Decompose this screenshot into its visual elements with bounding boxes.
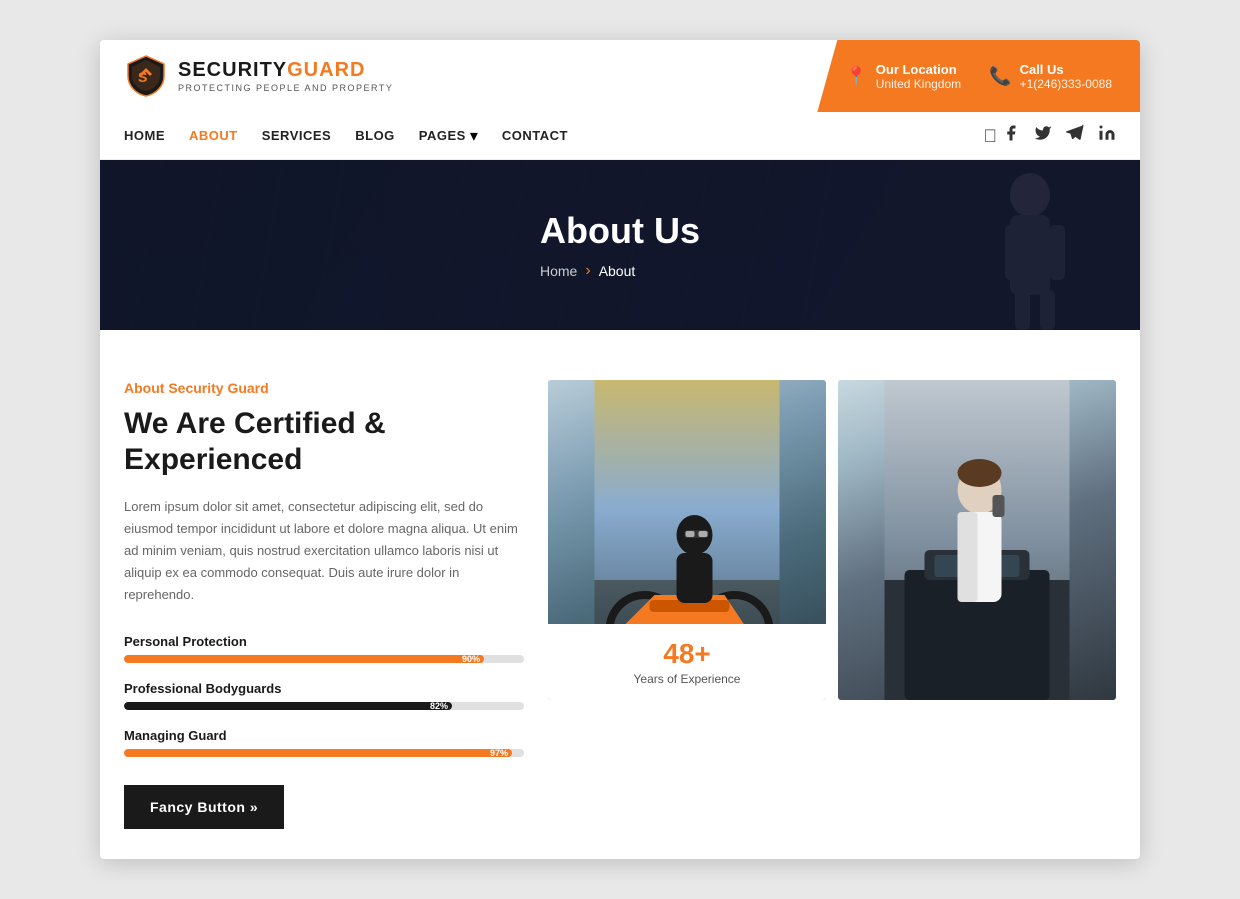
phone-label: Call Us <box>1020 62 1112 77</box>
progress-label-2: 82% <box>430 702 448 710</box>
nav-link-contact[interactable]: CONTACT <box>502 128 568 143</box>
stats-badge: 48+ Years of Experience <box>548 624 826 700</box>
skill-name-2: Professional Bodyguards <box>124 681 281 696</box>
location-value: United Kingdom <box>876 77 961 91</box>
breadcrumb-home[interactable]: Home <box>540 263 577 279</box>
progress-track-1: 90% <box>124 655 524 663</box>
progress-fill-2: 82% <box>124 702 452 710</box>
image-column-1: 48+ Years of Experience <box>548 380 826 829</box>
site-header: S SECURITYGUARD PROTECTING PEOPLE AND PR… <box>100 40 1140 112</box>
progress-track-2: 82% <box>124 702 524 710</box>
nav-item-pages[interactable]: PAGES ▾ <box>419 126 478 146</box>
phone-contact: 📞 Call Us +1(246)333-0088 <box>989 62 1112 91</box>
breadcrumb: Home › About <box>540 262 700 280</box>
hero-content: About Us Home › About <box>540 210 700 280</box>
nav-links: HOME ABOUT SERVICES BLOG PAGES ▾ CONTACT <box>124 126 568 146</box>
left-column: About Security Guard We Are Certified & … <box>124 380 524 829</box>
fancy-button[interactable]: Fancy Button » <box>124 785 284 829</box>
shield-logo-icon: S <box>124 54 168 98</box>
breadcrumb-current: About <box>599 263 636 279</box>
section-title: We Are Certified & Experienced <box>124 406 524 478</box>
chevron-down-icon: ▾ <box>470 126 478 146</box>
progress-fill-1: 90% <box>124 655 484 663</box>
section-label: About Security Guard <box>124 380 524 396</box>
nav-link-services[interactable]: SERVICES <box>262 128 332 143</box>
twitter-icon[interactable] <box>1034 124 1052 147</box>
nav-item-blog[interactable]: BLOG <box>355 127 395 145</box>
progress-label-1: 90% <box>462 655 480 663</box>
location-contact: 📍 Our Location United Kingdom <box>845 62 961 91</box>
skill-personal-protection: Personal Protection 90% <box>124 634 524 663</box>
nav-link-blog[interactable]: BLOG <box>355 128 395 143</box>
section-description: Lorem ipsum dolor sit amet, consectetur … <box>124 496 524 606</box>
stats-number: 48+ <box>558 638 816 670</box>
agent-motorcycle-image: 48+ Years of Experience <box>548 380 826 700</box>
skill-name-1: Personal Protection <box>124 634 247 649</box>
breadcrumb-separator: › <box>585 262 590 280</box>
phone-value: +1(246)333-0088 <box>1020 77 1112 91</box>
nav-item-home[interactable]: HOME <box>124 127 165 145</box>
phone-icon: 📞 <box>989 66 1011 87</box>
location-icon: 📍 <box>845 66 867 87</box>
header-contact: 📍 Our Location United Kingdom 📞 Call Us … <box>817 40 1140 112</box>
hero-title: About Us <box>540 210 700 252</box>
facebook-icon[interactable]:  <box>983 124 1020 147</box>
telegram-icon[interactable] <box>1066 124 1084 147</box>
hero-person-silhouette <box>900 160 1080 330</box>
nav-item-about[interactable]: ABOUT <box>189 127 238 145</box>
nav-item-contact[interactable]: CONTACT <box>502 127 568 145</box>
stats-label: Years of Experience <box>558 672 816 686</box>
right-column: 48+ Years of Experience <box>548 380 1116 829</box>
skill-name-3: Managing Guard <box>124 728 227 743</box>
nav-link-pages[interactable]: PAGES <box>419 128 466 143</box>
nav-link-about[interactable]: ABOUT <box>189 128 238 143</box>
main-content: About Security Guard We Are Certified & … <box>100 330 1140 859</box>
nav-item-services[interactable]: SERVICES <box>262 127 332 145</box>
logo-title: SECURITYGUARD <box>178 59 393 82</box>
nav-link-home[interactable]: HOME <box>124 128 165 143</box>
navbar: HOME ABOUT SERVICES BLOG PAGES ▾ CONTACT… <box>100 112 1140 160</box>
person-car-svg <box>838 380 1116 700</box>
logo-area: S SECURITYGUARD PROTECTING PEOPLE AND PR… <box>100 40 817 112</box>
progress-label-3: 97% <box>490 749 508 757</box>
logo-subtitle: PROTECTING PEOPLE AND PROPERTY <box>178 83 393 93</box>
progress-fill-3: 97% <box>124 749 512 757</box>
linkedin-icon[interactable] <box>1098 124 1116 147</box>
image-column-2 <box>838 380 1116 829</box>
browser-window: S SECURITYGUARD PROTECTING PEOPLE AND PR… <box>100 40 1140 859</box>
logo-text: SECURITYGUARD PROTECTING PEOPLE AND PROP… <box>178 59 393 93</box>
skill-managing-guard: Managing Guard 97% <box>124 728 524 757</box>
location-label: Our Location <box>876 62 961 77</box>
agent-car-image <box>838 380 1116 700</box>
social-icons:  <box>983 124 1116 147</box>
hero-banner: About Us Home › About <box>100 160 1140 330</box>
progress-track-3: 97% <box>124 749 524 757</box>
skill-bodyguards: Professional Bodyguards 82% <box>124 681 524 710</box>
